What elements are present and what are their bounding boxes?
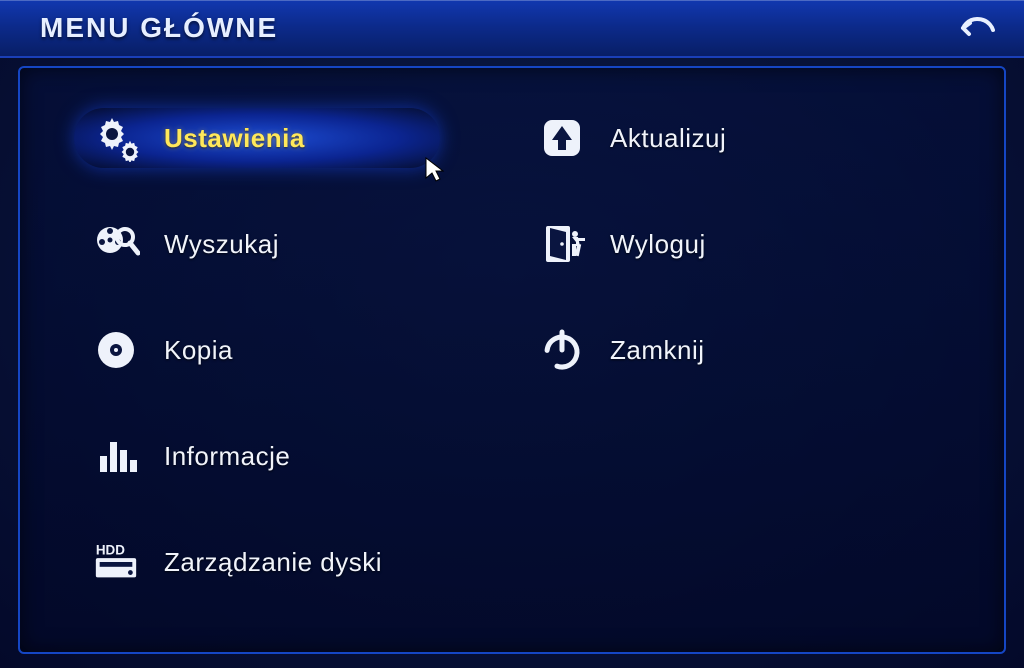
- menu-item-logout[interactable]: Wyloguj: [520, 214, 886, 274]
- menu-item-search[interactable]: Wyszukaj: [74, 214, 440, 274]
- menu-item-label: Informacje: [164, 441, 290, 472]
- bars-icon: [92, 432, 140, 480]
- content-frame: Ustawienia Wyszuka: [18, 66, 1006, 654]
- menu-item-label: Zarządzanie dyski: [164, 547, 382, 578]
- back-arrow-icon: [957, 13, 997, 43]
- menu-col-right: Aktualizuj: [520, 108, 886, 592]
- menu-item-update[interactable]: Aktualizuj: [520, 108, 886, 168]
- titlebar: MENU GŁÓWNE: [0, 0, 1024, 58]
- upload-icon: [538, 114, 586, 162]
- gears-icon: [92, 114, 140, 162]
- logout-door-icon: [538, 220, 586, 268]
- menu-item-label: Kopia: [164, 335, 233, 366]
- menu-item-label: Zamknij: [610, 335, 705, 366]
- page-title: MENU GŁÓWNE: [40, 12, 278, 44]
- menu-item-label: Wyloguj: [610, 229, 706, 260]
- menu-item-label: Ustawienia: [164, 123, 305, 154]
- main-menu-screen: MENU GŁÓWNE: [0, 0, 1024, 668]
- menu-item-shutdown[interactable]: Zamknij: [520, 320, 886, 380]
- menu-item-info[interactable]: Informacje: [74, 426, 440, 486]
- menu-item-settings[interactable]: Ustawienia: [74, 108, 440, 168]
- disc-icon: [92, 326, 140, 374]
- menu-grid: Ustawienia Wyszuka: [74, 108, 950, 592]
- hdd-icon: HDD: [92, 538, 140, 586]
- search-reel-icon: [92, 220, 140, 268]
- menu-item-disks[interactable]: HDD Zarządzanie dyski: [74, 532, 440, 592]
- svg-text:HDD: HDD: [96, 542, 125, 557]
- menu-item-label: Aktualizuj: [610, 123, 726, 154]
- menu-col-left: Ustawienia Wyszuka: [74, 108, 440, 592]
- menu-item-label: Wyszukaj: [164, 229, 279, 260]
- power-icon: [538, 326, 586, 374]
- back-button[interactable]: [954, 10, 1000, 46]
- menu-item-copy[interactable]: Kopia: [74, 320, 440, 380]
